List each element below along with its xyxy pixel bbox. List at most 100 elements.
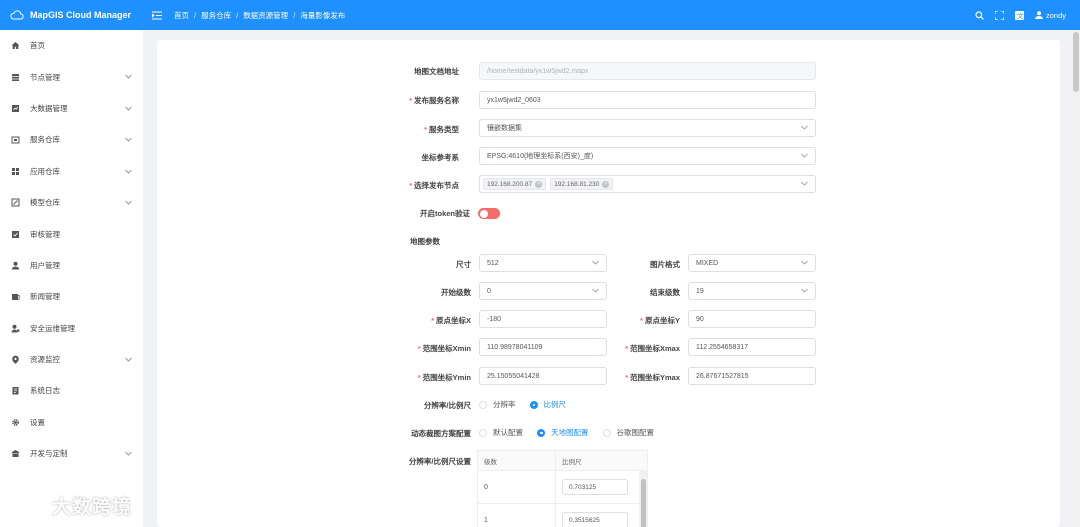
- chevron-down-icon: [801, 153, 808, 158]
- menu-toggle-icon[interactable]: [152, 11, 162, 20]
- search-icon[interactable]: [975, 10, 984, 20]
- sidebar-item-8[interactable]: 用户管理: [0, 250, 143, 281]
- sidebar-item-7[interactable]: 审核管理: [0, 218, 143, 249]
- sidebar-item-11[interactable]: 资源监控: [0, 344, 143, 375]
- cell-level: 1: [478, 504, 556, 527]
- token-switch[interactable]: [478, 208, 500, 219]
- sidebar-item-label: 安全运维管理: [30, 323, 75, 333]
- top-header: MapGIS Cloud Manager 首页 / 服务仓库 / 数据资源管理 …: [0, 0, 1080, 30]
- doc-path-label: 地图文档地址: [414, 67, 459, 76]
- chevron-down-icon: [125, 449, 132, 458]
- dev-icon: [11, 449, 20, 458]
- watermark-logo-icon: [10, 496, 48, 513]
- sidebar-item-13[interactable]: 设置: [0, 407, 143, 438]
- size-label: 尺寸: [456, 260, 471, 269]
- chevron-down-icon: [801, 181, 808, 186]
- sidebar-item-3[interactable]: 大数据管理: [0, 93, 143, 124]
- chevron-down-icon: [801, 125, 808, 130]
- sidebar-item-label: 资源监控: [30, 355, 60, 365]
- sidebar-item-2[interactable]: 节点管理: [0, 61, 143, 92]
- close-icon[interactable]: ×: [535, 180, 543, 188]
- sidebar-item-label: 设置: [30, 417, 45, 427]
- breadcrumb: 首页 / 服务仓库 / 数据资源管理 / 海量影像发布: [174, 10, 346, 21]
- service-icon: [11, 135, 20, 144]
- sidebar-item-label: 节点管理: [30, 72, 60, 82]
- sidebar-item-1[interactable]: 首页: [0, 30, 143, 61]
- sidebar-item-label: 用户管理: [30, 260, 60, 270]
- xmin-input[interactable]: 110.98978041109: [479, 338, 607, 356]
- service-type-select[interactable]: 镶嵌数据集: [479, 119, 816, 137]
- nodes-multiselect[interactable]: 192.168.200.87 × 192.168.81.230 ×: [479, 175, 816, 193]
- node-tag: 192.168.81.230 ×: [550, 178, 614, 190]
- scale-table-label: 分辨率/比例尺设置: [408, 457, 471, 466]
- col-header-scale: 比例尺: [562, 458, 582, 466]
- sidebar-item-9[interactable]: 新闻管理: [0, 281, 143, 312]
- audit-icon: [11, 230, 20, 239]
- section-title: 地图参数: [410, 237, 440, 246]
- username: zondy: [1045, 10, 1066, 20]
- sidebar-item-label: 审核管理: [30, 229, 60, 239]
- radio-default-preset[interactable]: 默认配置: [479, 427, 523, 438]
- sidebar-item-10[interactable]: 安全运维管理: [0, 313, 143, 344]
- log-icon: [11, 386, 20, 395]
- table-row: 1 0.3515625: [478, 504, 647, 527]
- chevron-down-icon: [801, 288, 808, 293]
- format-select[interactable]: MIXED: [688, 254, 816, 272]
- scale-cell-input[interactable]: 0.3515625: [562, 512, 628, 527]
- breadcrumb-item-data-resources[interactable]: 数据资源管理: [243, 10, 288, 21]
- end-level-select[interactable]: 19: [688, 282, 816, 300]
- service-name-label: 发布服务名称: [414, 96, 459, 105]
- chevron-down-icon: [125, 104, 132, 113]
- xmax-input[interactable]: 112.2554658317: [688, 338, 816, 356]
- scale-table: 级数 比例尺 0 0.703125 1 0.3515625: [477, 450, 648, 527]
- close-icon[interactable]: ×: [602, 180, 610, 188]
- radio-tianditu-preset[interactable]: 天地图配置: [537, 427, 589, 438]
- ymax-input[interactable]: 26.87671527815: [688, 367, 816, 385]
- origin-x-label: 原点坐标X: [435, 316, 471, 325]
- sidebar-item-6[interactable]: 模型仓库: [0, 187, 143, 218]
- breadcrumb-item-home[interactable]: 首页: [174, 10, 189, 21]
- fullscreen-icon[interactable]: [994, 10, 1004, 20]
- sidebar-item-4[interactable]: 服务仓库: [0, 124, 143, 155]
- table-scrollbar[interactable]: [639, 471, 647, 527]
- size-select[interactable]: 512: [479, 254, 607, 272]
- sidebar-item-label: 新闻管理: [30, 292, 60, 302]
- user-menu[interactable]: zondy: [1034, 10, 1066, 20]
- end-level-label: 结束级数: [650, 288, 680, 297]
- ymin-input[interactable]: 25.15055041428: [479, 367, 607, 385]
- chevron-down-icon: [125, 72, 132, 81]
- crs-select[interactable]: EPSG:4610(地理坐标系(西安)_度): [479, 147, 816, 165]
- preset-label: 动态裁图方案配置: [411, 429, 471, 438]
- origin-y-input[interactable]: 90: [688, 310, 816, 328]
- doc-path-input: /home/testdata/yx1w5jwd2.mapx: [479, 62, 816, 80]
- breadcrumb-item-service-repo[interactable]: 服务仓库: [201, 10, 231, 21]
- start-level-select[interactable]: 0: [479, 282, 607, 300]
- sidebar-item-14[interactable]: 开发与定制: [0, 438, 143, 469]
- sidebar-item-label: 模型仓库: [30, 198, 60, 208]
- svg-text:文: 文: [1017, 11, 1024, 20]
- radio-google-preset[interactable]: 谷歌图配置: [602, 427, 654, 438]
- sidebar-item-label: 应用仓库: [30, 166, 60, 176]
- language-icon[interactable]: 文: [1014, 10, 1024, 20]
- start-level-label: 开始级数: [441, 288, 471, 297]
- radio-resolution[interactable]: 分辨率: [479, 399, 516, 410]
- chevron-down-icon: [801, 260, 808, 265]
- node-icon: [11, 73, 20, 82]
- sidebar-item-label: 服务仓库: [30, 135, 60, 145]
- service-name-input[interactable]: yx1w5jwd2_0603: [479, 91, 816, 109]
- model-icon: [11, 198, 20, 207]
- publish-form-card: 地图文档地址 /home/testdata/yx1w5jwd2.mapx * 发布…: [157, 40, 1060, 527]
- radio-scale[interactable]: 比例尺: [529, 399, 566, 410]
- home-icon: [11, 41, 20, 50]
- app-logo[interactable]: MapGIS Cloud Manager: [0, 10, 148, 20]
- sidebar-item-5[interactable]: 应用仓库: [0, 156, 143, 187]
- sidebar-item-12[interactable]: 系统日志: [0, 375, 143, 406]
- service-type-label: 服务类型: [429, 125, 459, 134]
- sidebar-item-label: 开发与定制: [30, 449, 68, 459]
- ymin-label: 范围坐标Ymin: [422, 373, 471, 382]
- scale-cell-input[interactable]: 0.703125: [562, 479, 628, 495]
- origin-x-input[interactable]: -180: [479, 310, 607, 328]
- page-scrollbar[interactable]: [1072, 30, 1080, 527]
- bigdata-icon: [11, 104, 20, 113]
- watermark: 大数跨境: [8, 492, 132, 519]
